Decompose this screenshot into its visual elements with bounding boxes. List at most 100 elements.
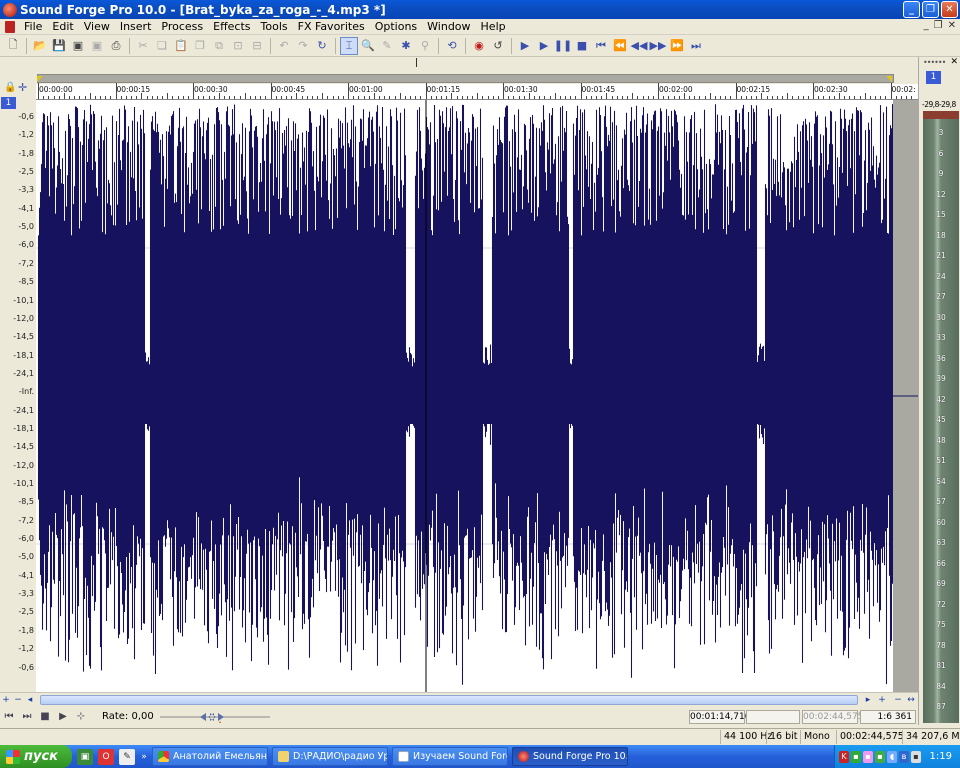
save-all-icon[interactable]: ▣ — [88, 37, 106, 55]
selection-start-marker[interactable] — [37, 76, 43, 82]
menu-insert[interactable]: Insert — [115, 19, 157, 35]
zoom-in-icon[interactable]: + — [0, 694, 12, 706]
app-icon[interactable] — [3, 2, 17, 17]
snap-icon[interactable]: ✛ — [18, 81, 27, 94]
play-icon[interactable]: ▶ — [535, 37, 553, 55]
minimize-button[interactable]: _ — [903, 1, 920, 18]
paint-icon[interactable]: ✎ — [119, 748, 135, 765]
volume-icon[interactable]: ◖ — [887, 750, 897, 763]
zoom-fit-icon[interactable]: ↔ — [905, 694, 917, 706]
mix-icon[interactable]: ⧉ — [210, 37, 228, 55]
waveform-area[interactable] — [36, 100, 918, 692]
opera-icon[interactable]: O — [98, 748, 114, 765]
menu-help[interactable]: Help — [476, 19, 511, 35]
pencil-tool-icon[interactable]: ✎ — [378, 37, 396, 55]
menu-options[interactable]: Options — [370, 19, 422, 35]
go-end-icon[interactable]: ⏭ — [687, 37, 705, 55]
doc-close-button[interactable]: ✕ — [948, 20, 956, 31]
zoom-in-right-icon[interactable]: + — [876, 694, 888, 706]
menu-fx-favorites[interactable]: FX Favorites — [293, 19, 370, 35]
stop-icon[interactable]: ■ — [36, 707, 54, 725]
edit-tool-icon[interactable]: ⌶ — [340, 36, 358, 55]
safely-remove-icon[interactable]: ▪ — [875, 750, 885, 763]
selection-start-field[interactable] — [746, 710, 800, 724]
plugin-chain-icon[interactable]: ⊹ — [72, 707, 90, 725]
menu-file[interactable]: File — [19, 19, 47, 35]
waveform[interactable] — [36, 100, 918, 692]
network-icon[interactable]: ▪ — [851, 750, 861, 763]
menu-process[interactable]: Process — [156, 19, 208, 35]
menu-window[interactable]: Window — [422, 19, 475, 35]
close-button[interactable]: ✕ — [941, 1, 958, 18]
lock-icon[interactable]: 🔒 — [4, 82, 16, 93]
redo-icon[interactable]: ↷ — [294, 37, 312, 55]
more-quicklaunch-icon[interactable]: » — [140, 749, 148, 765]
clock[interactable]: 1:19 — [930, 751, 952, 762]
zoom-out-right-icon[interactable]: − — [892, 694, 904, 706]
scroll-left-icon[interactable]: ◂ — [24, 694, 36, 706]
play-all-icon[interactable]: ▶ — [516, 37, 534, 55]
cut-icon[interactable]: ✂ — [134, 37, 152, 55]
task-soundforge[interactable]: Sound Forge Pro 10.... — [512, 747, 628, 766]
crop-icon[interactable]: ⊡ — [229, 37, 247, 55]
maximize-button[interactable]: ❐ — [922, 1, 939, 18]
trim-icon[interactable]: ⊟ — [248, 37, 266, 55]
rate-slider[interactable] — [160, 711, 270, 723]
document-icon[interactable] — [5, 20, 15, 33]
antivirus-icon[interactable]: K — [839, 750, 849, 763]
meter-close-icon[interactable]: ✕ — [950, 57, 958, 67]
record-icon[interactable]: ◉ — [470, 37, 488, 55]
rewind-icon[interactable]: ◀◀ — [630, 37, 648, 55]
cursor-position-field[interactable]: 00:01:14,716 — [689, 710, 750, 724]
paste-special-icon[interactable]: ❐ — [191, 37, 209, 55]
selection-end-marker[interactable] — [886, 76, 892, 82]
next-marker-icon[interactable]: ⏩ — [668, 37, 686, 55]
task-document[interactable]: Изучаем Sound Forg... — [392, 747, 508, 766]
doc-minimize-button[interactable]: _ — [924, 20, 929, 31]
go-end-icon[interactable]: ⏭ — [18, 707, 36, 725]
zoom-ratio-field[interactable]: 1:6 361 — [860, 710, 916, 724]
channel-badge[interactable]: 1 — [1, 97, 16, 109]
go-start-icon[interactable]: ⏮ — [0, 707, 18, 725]
copy-icon[interactable]: ❏ — [153, 37, 171, 55]
save-icon[interactable]: 💾 — [50, 37, 68, 55]
meter-grip[interactable]: •••••• — [923, 58, 946, 67]
zoom-out-icon[interactable]: − — [12, 694, 24, 706]
open-icon[interactable]: 📂 — [31, 37, 49, 55]
print-icon[interactable]: ⎙ — [107, 37, 125, 55]
repeat-icon[interactable]: ↻ — [313, 37, 331, 55]
tray-misc-icon[interactable]: ▪ — [911, 750, 921, 763]
go-start-icon[interactable]: ⏮ — [592, 37, 610, 55]
normalize-icon[interactable]: ⟲ — [443, 37, 461, 55]
fast-forward-icon[interactable]: ▶▶ — [649, 37, 667, 55]
clip-indicator[interactable] — [923, 111, 959, 119]
envelope-tool-icon[interactable]: ✱ — [397, 37, 415, 55]
play-icon[interactable]: ▶ — [54, 707, 72, 725]
start-button[interactable]: пуск — [0, 745, 72, 768]
menu-effects[interactable]: Effects — [208, 19, 255, 35]
event-tool-icon[interactable]: ⚲ — [416, 37, 434, 55]
bluetooth-icon[interactable]: ʙ — [899, 750, 909, 763]
desktop-icon[interactable]: ▣ — [77, 748, 93, 765]
selection-length-field[interactable]: 00:02:44,575 — [802, 710, 863, 724]
tray-app-icon[interactable]: ▪ — [863, 750, 873, 763]
paste-icon[interactable]: 📋 — [172, 37, 190, 55]
pause-icon[interactable]: ❚❚ — [554, 37, 572, 55]
prev-marker-icon[interactable]: ⏪ — [611, 37, 629, 55]
menu-view[interactable]: View — [79, 19, 115, 35]
save-as-icon[interactable]: ▣ — [69, 37, 87, 55]
menu-tools[interactable]: Tools — [256, 19, 293, 35]
menu-edit[interactable]: Edit — [47, 19, 78, 35]
task-chrome[interactable]: Анатолий Емельяно... — [152, 747, 268, 766]
loop-icon[interactable]: ↺ — [489, 37, 507, 55]
new-icon[interactable]: 🗋 — [4, 37, 22, 55]
magnify-tool-icon[interactable]: 🔍 — [359, 37, 377, 55]
undo-icon[interactable]: ↶ — [275, 37, 293, 55]
horizontal-scrollbar[interactable]: + − ◂ ▸ + − ↔ — [0, 692, 918, 706]
time-ruler[interactable]: 00:00:00 00:00:15 00:00:30 00:00:45 00:01:00… — [36, 83, 918, 100]
task-explorer[interactable]: D:\РАДИО\радио Ур... — [272, 747, 388, 766]
meter-channel-badge[interactable]: 1 — [926, 71, 941, 84]
scroll-right-icon[interactable]: ▸ — [862, 694, 874, 706]
doc-restore-button[interactable]: ❐ — [934, 20, 943, 31]
stop-icon[interactable]: ■ — [573, 37, 591, 55]
